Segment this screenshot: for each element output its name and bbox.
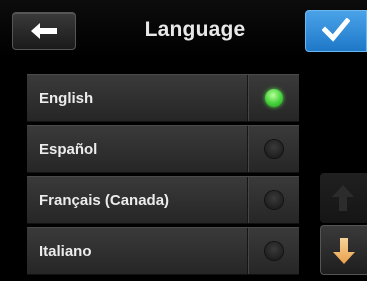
header: Language: [0, 0, 367, 58]
radio-cell[interactable]: [247, 75, 300, 121]
radio-indicator[interactable]: [265, 191, 283, 209]
language-option-espanol[interactable]: Español: [27, 125, 299, 173]
arrow-down-icon: [333, 238, 355, 264]
language-label: Italiano: [39, 243, 92, 260]
confirm-button[interactable]: [305, 10, 367, 52]
arrow-up-icon: [332, 185, 354, 211]
language-option-italiano[interactable]: Italiano: [27, 227, 299, 275]
back-button[interactable]: [12, 12, 76, 50]
language-option-francais-canada[interactable]: Français (Canada): [27, 176, 299, 224]
language-label: English: [39, 90, 94, 107]
language-list: English Español Français (Canada) Italia…: [27, 74, 299, 278]
language-screen: Language English Español Français (Canad…: [0, 0, 367, 281]
radio-indicator[interactable]: [265, 140, 283, 158]
language-option-english[interactable]: English: [27, 74, 299, 122]
radio-indicator-selected[interactable]: [265, 89, 283, 107]
left-arrow-icon: [31, 23, 57, 39]
scroll-down-button[interactable]: [320, 225, 367, 275]
scroll-up-button[interactable]: [320, 173, 367, 223]
page-title: Language: [144, 18, 246, 41]
language-label: Español: [39, 141, 98, 158]
checkmark-icon: [322, 18, 350, 42]
radio-indicator[interactable]: [265, 242, 283, 260]
radio-cell[interactable]: [247, 177, 300, 223]
radio-cell[interactable]: [247, 126, 300, 172]
radio-cell[interactable]: [247, 228, 300, 274]
language-label: Français (Canada): [39, 192, 170, 209]
